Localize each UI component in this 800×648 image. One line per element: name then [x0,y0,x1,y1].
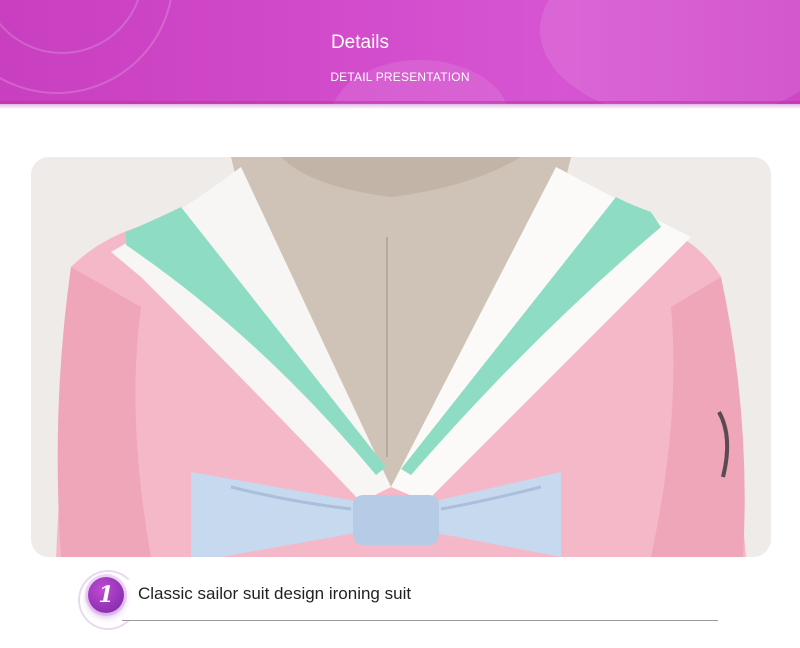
product-photo [31,157,771,557]
banner-shadow [0,101,800,109]
caption-divider [122,620,718,621]
feature-caption: Classic sailor suit design ironing suit [138,584,412,603]
page-subtitle: DETAIL PRESENTATION [330,70,470,84]
header-banner: Details DETAIL PRESENTATION [0,0,800,104]
feature-number-badge: 1 [88,577,124,613]
page-title: Details [330,32,390,53]
